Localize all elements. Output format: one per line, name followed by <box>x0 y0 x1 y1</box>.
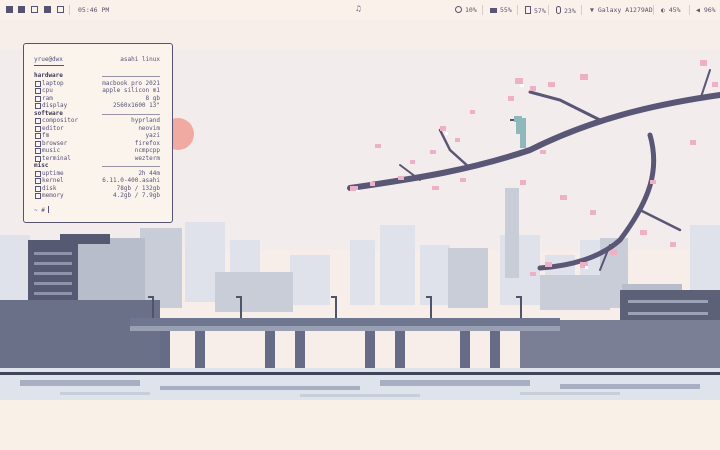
status-bar: 05:46 PM ♫ 10% 55% 57% 23% ▼ Galaxy A127… <box>0 0 720 20</box>
railway-bridge <box>130 318 560 326</box>
section-hardware: hardware <box>34 72 160 80</box>
list-item: editor neovim <box>34 125 160 133</box>
memory-icon <box>490 8 497 13</box>
list-item: music ncmpcpp <box>34 147 160 155</box>
thermometer-icon <box>556 6 561 14</box>
checkbox-icon <box>35 140 41 147</box>
battery-icon <box>525 6 531 14</box>
list-item: disk 78gb / 132gb <box>34 185 160 193</box>
user-host: yrue@dwx <box>34 56 63 63</box>
workspace-3[interactable] <box>31 6 38 13</box>
list-item: cpu apple silicon m1 <box>34 87 160 95</box>
checkbox-icon <box>35 80 41 87</box>
volume-icon: ◀ <box>696 6 704 14</box>
workspace-2[interactable] <box>18 6 25 13</box>
wifi-indicator[interactable]: ▼ Galaxy A1279AD <box>590 6 653 14</box>
battery-indicator: 57% <box>525 6 546 15</box>
checkbox-icon <box>35 133 41 139</box>
checkbox-icon <box>35 118 41 124</box>
ram-indicator: 55% <box>490 6 512 14</box>
divider <box>69 5 70 15</box>
music-note-icon[interactable]: ♫ <box>356 5 361 13</box>
brightness-icon: ◐ <box>661 6 669 14</box>
list-item: terminal wezterm <box>34 155 160 163</box>
list-item: browser firefox <box>34 140 160 148</box>
underline <box>34 65 64 66</box>
list-item: kernel 6.11.0-400.asahi <box>34 177 160 185</box>
checkbox-icon <box>35 170 41 177</box>
list-item: uptime 2h 44m <box>34 170 160 178</box>
workspace-1[interactable] <box>6 6 13 13</box>
list-item: memory 4.2gb / 7.9gb <box>34 192 160 200</box>
list-item: laptop macbook pro 2021 <box>34 80 160 88</box>
clock: 05:46 PM <box>78 6 110 14</box>
section-software: software <box>34 110 160 118</box>
text-cursor <box>47 206 50 213</box>
workspace-5[interactable] <box>57 6 64 13</box>
list-item: fm yazi <box>34 132 160 140</box>
checkbox-icon <box>35 185 41 192</box>
os-name: asahi linux <box>120 56 160 63</box>
workspace-4[interactable] <box>44 6 51 13</box>
checkbox-icon <box>35 88 41 94</box>
checkbox-icon <box>35 155 41 162</box>
checkbox-icon <box>35 103 41 109</box>
checkbox-icon <box>35 193 41 199</box>
checkbox-icon <box>35 148 41 154</box>
list-item: ram 8 gb <box>34 95 160 103</box>
wifi-icon: ▼ <box>590 6 598 14</box>
cpu-icon <box>455 6 462 13</box>
shell-prompt[interactable]: ~ # <box>34 206 50 215</box>
checkbox-icon <box>35 95 41 102</box>
temp-indicator: 23% <box>556 6 576 15</box>
brightness-indicator[interactable]: ◐ 45% <box>661 6 681 14</box>
fetch-info: hardware laptop macbook pro 2021 cpu apple… <box>34 72 160 200</box>
cpu-indicator: 10% <box>455 6 477 14</box>
list-item: compositor hyprland <box>34 117 160 125</box>
terminal-window[interactable]: yrue@dwx asahi linux hardware laptop macb… <box>23 43 173 223</box>
list-item: display 2560x1600 13" <box>34 102 160 110</box>
checkbox-icon <box>35 178 41 184</box>
section-misc: misc <box>34 162 160 170</box>
volume-indicator[interactable]: ◀ 96% <box>696 6 716 14</box>
checkbox-icon <box>35 125 41 132</box>
